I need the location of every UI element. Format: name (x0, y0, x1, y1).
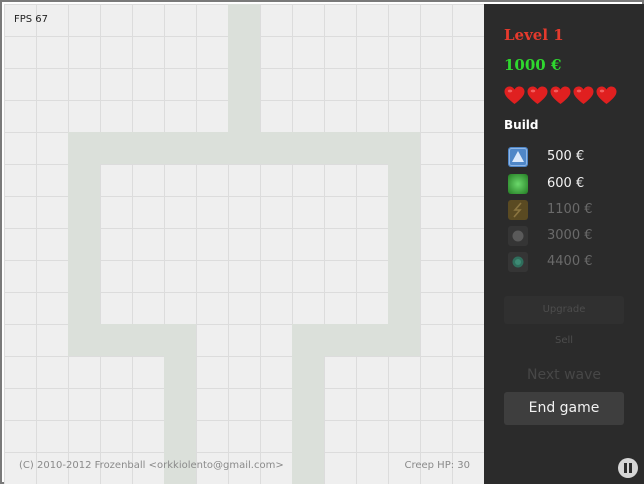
path-segment (228, 4, 260, 132)
lightning-tower-icon (508, 200, 528, 220)
pause-icon[interactable] (618, 458, 638, 478)
tower-price: 600 € (547, 176, 585, 191)
copyright-text: (C) 2010-2012 Frozenball <orkkiolento@gm… (19, 460, 284, 471)
path-segment (68, 132, 420, 164)
end-game-button[interactable]: End game (504, 392, 624, 425)
tower-option-5[interactable]: 4400 € (508, 251, 628, 273)
heart-icon (527, 86, 548, 105)
tower-price: 4400 € (547, 254, 593, 269)
next-wave-button[interactable]: Next wave (504, 360, 624, 390)
triangle-tower-icon (508, 147, 528, 167)
tower-option-1[interactable]: 500 € (508, 146, 628, 168)
creep-hp-label: Creep HP: 30 (404, 460, 470, 471)
lives-display (504, 86, 617, 105)
tower-option-4[interactable]: 3000 € (508, 225, 628, 247)
heart-icon (596, 86, 617, 105)
tower-option-3[interactable]: 1100 € (508, 199, 628, 221)
tower-option-2[interactable]: 600 € (508, 173, 628, 195)
heart-icon (550, 86, 571, 105)
money-label: 1000 € (504, 56, 562, 74)
teal-circle-tower-icon (508, 252, 528, 272)
fps-counter: FPS 67 (14, 14, 49, 25)
level-label: Level 1 (504, 26, 564, 44)
side-panel: Level 1 1000 € Build 500 € 600 € 1100 € … (484, 4, 644, 484)
upgrade-button[interactable]: Upgrade (504, 296, 624, 324)
tower-price: 3000 € (547, 228, 593, 243)
dark-circle-tower-icon (508, 226, 528, 246)
path-segment (292, 324, 420, 356)
game-board[interactable]: FPS 67 (C) 2010-2012 Frozenball <orkkiol… (4, 4, 484, 484)
sell-button[interactable]: Sell (504, 330, 624, 352)
path-segment (68, 324, 196, 356)
game-window: FPS 67 (C) 2010-2012 Frozenball <orkkiol… (0, 0, 644, 484)
tower-price: 500 € (547, 149, 585, 164)
heart-icon (573, 86, 594, 105)
build-title: Build (504, 118, 539, 132)
green-square-tower-icon (508, 174, 528, 194)
heart-icon (504, 86, 525, 105)
tower-price: 1100 € (547, 202, 593, 217)
path-segment (292, 356, 324, 484)
